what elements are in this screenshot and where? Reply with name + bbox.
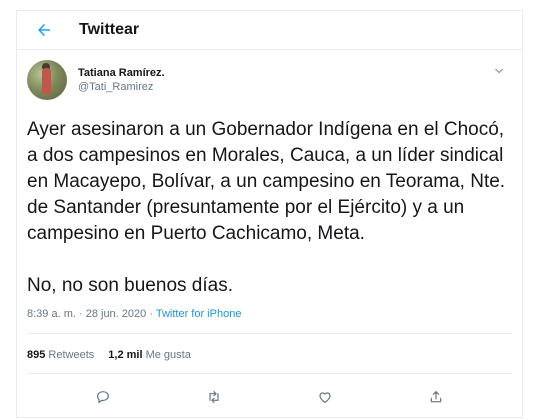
like-icon[interactable] [315, 387, 335, 407]
reply-icon[interactable] [93, 387, 113, 407]
tweet-text: Ayer asesinaron a un Gobernador Indígena… [27, 119, 506, 296]
tweet-time[interactable]: 8:39 a. m. [27, 308, 76, 320]
tweet-author: Tatiana Ramírez. @Tati_Ramirez [27, 60, 512, 104]
tweet-header: Twittear [17, 11, 522, 50]
tweet-date[interactable]: 28 jun. 2020 [86, 308, 147, 320]
author-handle[interactable]: @Tati_Ramirez [78, 80, 165, 94]
back-arrow-icon[interactable] [33, 19, 55, 41]
tweet-source[interactable]: Twitter for iPhone [156, 308, 242, 320]
page-title: Twittear [79, 21, 140, 38]
meta-separator: · [146, 308, 156, 320]
tweet-actions [17, 387, 522, 407]
avatar[interactable] [27, 60, 67, 100]
tweet-stats: 895 Retweets 1,2 mil Me gusta [27, 349, 191, 361]
tweet-card: Twittear Tatiana Ramírez. @Tati_Ramirez … [16, 10, 523, 418]
tweet-meta: 8:39 a. m. · 28 jun. 2020 · Twitter for … [27, 307, 241, 321]
retweets-stat[interactable]: 895 Retweets [27, 349, 94, 361]
share-icon[interactable] [426, 387, 446, 407]
retweets-label: Retweets [48, 349, 95, 361]
retweets-count: 895 [27, 349, 46, 361]
likes-count: 1,2 mil [108, 349, 143, 361]
chevron-down-icon[interactable] [492, 64, 506, 78]
retweet-icon[interactable] [204, 387, 224, 407]
divider [27, 373, 512, 374]
divider [27, 333, 512, 334]
meta-separator: · [75, 308, 86, 320]
author-display-name[interactable]: Tatiana Ramírez. [78, 66, 165, 80]
likes-label: Me gusta [145, 349, 191, 361]
likes-stat[interactable]: 1,2 mil Me gusta [108, 349, 191, 361]
